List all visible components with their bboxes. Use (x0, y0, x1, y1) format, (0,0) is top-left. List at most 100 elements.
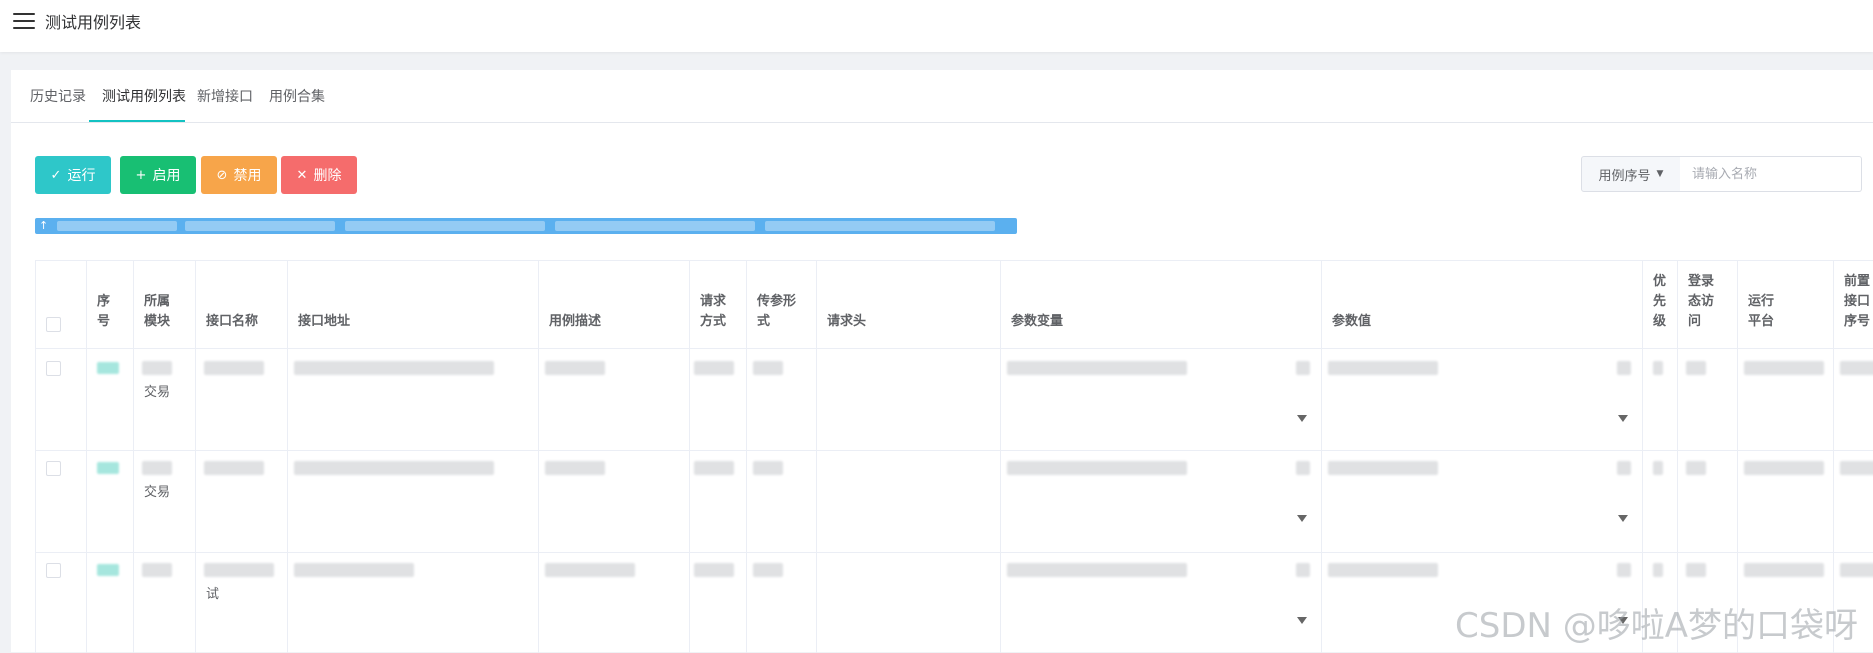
blurred-value (1296, 461, 1310, 475)
cell-param-var[interactable] (1001, 553, 1322, 653)
th-priority-l2: 先 (1653, 294, 1667, 309)
blurred-value (142, 361, 172, 375)
tab-history[interactable]: 历史记录 (30, 86, 86, 106)
disable-button[interactable]: ⊘ 禁用 (201, 156, 277, 194)
row-checkbox[interactable] (46, 563, 61, 578)
tab-add-interface[interactable]: 新增接口 (197, 86, 253, 106)
cell-param-var[interactable] (1001, 451, 1322, 552)
select-all-checkbox[interactable] (46, 317, 61, 332)
th-param-var-l1: 参数变量 (1011, 314, 1064, 329)
arrow-up-icon: ↑ (39, 219, 49, 232)
row-checkbox[interactable] (46, 361, 61, 376)
blurred-value (204, 563, 274, 577)
th-module-l1: 所属 (144, 294, 171, 309)
cell-pre (1834, 349, 1873, 450)
row-checkbox[interactable] (46, 461, 61, 476)
blurred-text (555, 221, 755, 231)
table-header: 序 号 所属 模块 接口名称 接口地址 用例描述 请求 方式 传参形 式 请求头… (36, 261, 1873, 349)
th-pre: 前置 接口 序号 (1834, 261, 1873, 348)
cell-req-header (817, 553, 1001, 653)
blurred-value (1840, 461, 1873, 475)
active-tab-indicator (89, 120, 185, 122)
resize-triangle-icon[interactable] (1297, 415, 1307, 422)
top-navbar: 测试用例列表 (0, 0, 1873, 52)
blurred-value[interactable] (97, 462, 119, 474)
enable-button[interactable]: + 启用 (120, 156, 196, 194)
th-req-header-l1: 请求头 (827, 314, 867, 329)
tab-testcase-list[interactable]: 测试用例列表 (102, 86, 186, 106)
th-param-form: 传参形 式 (747, 261, 817, 348)
cell-param-val[interactable] (1322, 451, 1643, 552)
th-method-l2: 方式 (700, 314, 727, 329)
blurred-value (1296, 563, 1310, 577)
blurred-value (1653, 563, 1663, 577)
th-module: 所属 模块 (134, 261, 196, 348)
th-param-form-l2: 式 (757, 314, 771, 329)
cell-param-var[interactable] (1001, 349, 1322, 450)
blurred-text (345, 221, 545, 231)
close-icon: ✕ (296, 167, 308, 183)
cell-desc (539, 349, 690, 450)
blurred-value (1328, 563, 1438, 577)
cell-name (196, 451, 288, 552)
cell-method (690, 553, 747, 653)
testcase-table: 序 号 所属 模块 接口名称 接口地址 用例描述 请求 方式 传参形 式 请求头… (35, 260, 1873, 653)
cell-index (87, 451, 134, 552)
watermark: CSDN @哆啦A梦的口袋呀 (1455, 606, 1859, 646)
table-row[interactable]: 交易 (36, 349, 1873, 451)
blurred-value (545, 361, 605, 375)
cell-pre (1834, 451, 1873, 552)
cell-module (134, 553, 196, 653)
th-index: 序 号 (87, 261, 134, 348)
blurred-value (1653, 461, 1663, 475)
cell-address (288, 451, 539, 552)
search-field-select[interactable]: 用例序号 ▼ (1581, 156, 1681, 192)
blurred-value (545, 563, 635, 577)
resize-triangle-icon[interactable] (1297, 617, 1307, 624)
th-select (36, 261, 87, 348)
resize-triangle-icon[interactable] (1618, 515, 1628, 522)
th-index-l1: 序 (97, 294, 111, 309)
blurred-value (1686, 461, 1706, 475)
th-platform-l1: 运行 (1748, 294, 1775, 309)
module-text: 交易 (144, 485, 171, 500)
resize-triangle-icon[interactable] (1297, 515, 1307, 522)
table-row[interactable]: 交易 (36, 451, 1873, 553)
cell-req-header (817, 451, 1001, 552)
check-icon: ✓ (50, 167, 62, 183)
blurred-value (753, 361, 783, 375)
blurred-value[interactable] (97, 564, 119, 576)
cell-desc (539, 553, 690, 653)
blurred-value (142, 563, 172, 577)
tab-case-collection[interactable]: 用例合集 (269, 86, 325, 106)
cell-name: 试 (196, 553, 288, 653)
blurred-value[interactable] (97, 362, 119, 374)
enable-button-label: 启用 (152, 168, 181, 184)
caret-down-icon: ▼ (1656, 169, 1664, 179)
search-input[interactable] (1680, 156, 1862, 192)
blurred-value (294, 461, 494, 475)
blurred-value (1007, 361, 1187, 375)
blurred-value (1328, 461, 1438, 475)
blurred-value (142, 461, 172, 475)
main-card: 历史记录 测试用例列表 新增接口 用例合集 ✓ 运行 + 启用 ⊘ 禁用 ✕ 删… (11, 70, 1873, 653)
cell-param-val[interactable] (1322, 349, 1643, 450)
search-select-value: 用例序号 (1598, 168, 1651, 184)
th-pre-l3: 序号 (1844, 314, 1871, 329)
run-button[interactable]: ✓ 运行 (35, 156, 111, 194)
cell-address (288, 553, 539, 653)
cell-login (1678, 349, 1738, 450)
hamburger-menu-icon[interactable] (13, 11, 35, 29)
delete-button[interactable]: ✕ 删除 (281, 156, 357, 194)
cell-module: 交易 (134, 451, 196, 552)
resize-triangle-icon[interactable] (1618, 415, 1628, 422)
cell-index (87, 349, 134, 450)
blurred-value (1686, 563, 1706, 577)
cell-index (87, 553, 134, 653)
blurred-value (294, 563, 414, 577)
blurred-value (204, 461, 264, 475)
cell-desc (539, 451, 690, 552)
th-name: 接口名称 (196, 261, 288, 348)
delete-button-label: 删除 (313, 168, 342, 184)
cell-method (690, 349, 747, 450)
